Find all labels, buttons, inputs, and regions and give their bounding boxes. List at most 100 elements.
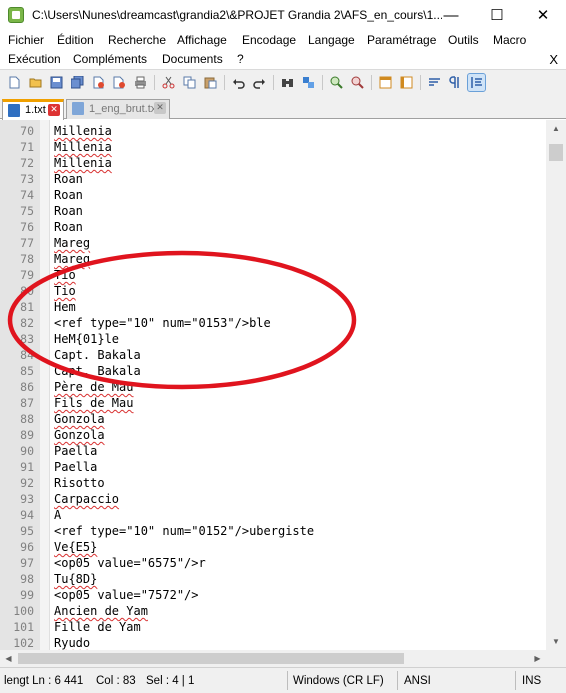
editor-line[interactable]: 94 A [0, 507, 546, 523]
editor-line[interactable]: 73 Roan [0, 171, 546, 187]
word-wrap-icon[interactable] [426, 74, 443, 91]
editor-line[interactable]: 75 Roan [0, 203, 546, 219]
menu-affichage[interactable]: Affichage [177, 33, 227, 47]
close-document-button[interactable]: X [549, 52, 558, 67]
close-icon[interactable] [90, 74, 107, 91]
line-number: 81 [20, 300, 34, 314]
line-number: 91 [20, 460, 34, 474]
editor-line[interactable]: 70 Millenia [0, 123, 546, 139]
paste-icon[interactable] [202, 74, 219, 91]
menu-complements[interactable]: Compléments [73, 52, 147, 66]
close-tab-icon[interactable]: ✕ [154, 102, 166, 114]
editor-line[interactable]: 96 Ve{E5} [0, 539, 546, 555]
sync-horizontal-icon[interactable] [398, 74, 415, 91]
editor-line[interactable]: 100 Ancien de Yam [0, 603, 546, 619]
tab-label: 1_eng_brut.txt [89, 103, 160, 115]
menu-help[interactable]: ? [237, 52, 244, 66]
save-all-icon[interactable] [69, 74, 86, 91]
close-window-button[interactable]: ✕ [520, 0, 566, 31]
line-text: Tio [54, 268, 76, 282]
find-icon[interactable] [279, 74, 296, 91]
scroll-left-icon[interactable]: ◀ [0, 650, 17, 667]
show-all-chars-icon[interactable] [447, 74, 464, 91]
undo-icon[interactable] [230, 74, 247, 91]
editor-line[interactable]: 99 <op05 value="7572"/> [0, 587, 546, 603]
sync-vertical-icon[interactable] [377, 74, 394, 91]
scroll-up-icon[interactable]: ▲ [546, 120, 566, 137]
menu-macro[interactable]: Macro [493, 33, 526, 47]
horizontal-scrollbar[interactable]: ◀ ▶ [0, 650, 566, 667]
zoom-in-icon[interactable] [328, 74, 345, 91]
notepad-plus-plus-icon[interactable] [8, 7, 24, 23]
new-file-icon[interactable] [6, 74, 23, 91]
close-all-icon[interactable] [111, 74, 128, 91]
editor-line[interactable]: 102 Ryudo [0, 635, 546, 650]
indent-guide-icon[interactable] [467, 73, 486, 92]
editor-line[interactable]: 78 Mareg [0, 251, 546, 267]
line-text: <op05 value="6575"/>r [54, 556, 206, 570]
editor-line[interactable]: 82 <ref type="10" num="0153"/>ble [0, 315, 546, 331]
menu-encodage[interactable]: Encodage [242, 33, 296, 47]
editor-line[interactable]: 101 Fille de Yam [0, 619, 546, 635]
editor-line[interactable]: 95 <ref type="10" num="0152"/>ubergiste [0, 523, 546, 539]
horizontal-scroll-thumb[interactable] [18, 653, 404, 664]
file-saved-icon [8, 104, 20, 117]
vertical-scrollbar[interactable]: ▲ ▼ [546, 120, 566, 650]
editor-line[interactable]: 71 Millenia [0, 139, 546, 155]
tab-1-eng-brut-txt[interactable]: 1_eng_brut.txt ✕ [66, 99, 170, 119]
editor-line[interactable]: 84 Capt. Bakala [0, 347, 546, 363]
editor-line[interactable]: 85 Capt. Bakala [0, 363, 546, 379]
line-text: Gonzola [54, 412, 105, 426]
vertical-scroll-thumb[interactable] [549, 144, 563, 161]
line-number: 71 [20, 140, 34, 154]
editor-line[interactable]: 87 Fils de Mau [0, 395, 546, 411]
status-encoding[interactable]: ANSI [404, 675, 431, 687]
status-insert-mode[interactable]: INS [522, 675, 541, 687]
print-icon[interactable] [132, 74, 149, 91]
editor-line[interactable]: 72 Millenia [0, 155, 546, 171]
open-file-icon[interactable] [27, 74, 44, 91]
menu-outils[interactable]: Outils [448, 33, 479, 47]
replace-icon[interactable] [300, 74, 317, 91]
scroll-right-icon[interactable]: ▶ [529, 650, 546, 667]
cut-icon[interactable] [160, 74, 177, 91]
editor-line[interactable]: 86 Père de Mau [0, 379, 546, 395]
line-text: Ryudo [54, 636, 91, 650]
editor-line[interactable]: 76 Roan [0, 219, 546, 235]
scroll-down-icon[interactable]: ▼ [546, 633, 566, 650]
editor-line[interactable]: 93 Carpaccio [0, 491, 546, 507]
editor-line[interactable]: 74 Roan [0, 187, 546, 203]
menu-parametrage[interactable]: Paramétrage [367, 33, 436, 47]
menu-langage[interactable]: Langage [308, 33, 355, 47]
editor-line[interactable]: 77 Mareg [0, 235, 546, 251]
copy-icon[interactable] [181, 74, 198, 91]
line-text: Roan [54, 220, 83, 234]
editor-line[interactable]: 80 Tio [0, 283, 546, 299]
editor-line[interactable]: 88 Gonzola [0, 411, 546, 427]
editor-line[interactable]: 83 HeM{01}le [0, 331, 546, 347]
editor-line[interactable]: 97 <op05 value="6575"/>r [0, 555, 546, 571]
editor-line[interactable]: 91 Paella [0, 459, 546, 475]
menu-edition[interactable]: Édition [57, 33, 94, 47]
toolbar-separator [224, 75, 225, 90]
minimize-button[interactable]: — [428, 0, 474, 31]
zoom-out-icon[interactable] [349, 74, 366, 91]
save-icon[interactable] [48, 74, 65, 91]
maximize-button[interactable]: ☐ [474, 0, 520, 31]
editor-line[interactable]: 89 Gonzola [0, 427, 546, 443]
redo-icon[interactable] [251, 74, 268, 91]
close-tab-icon[interactable]: ✕ [48, 104, 60, 116]
menu-fichier[interactable]: Fichier [8, 33, 44, 47]
text-editor[interactable]: 70 Millenia 71 Millenia 72 Millenia 73 Roan 74 Ro… [0, 120, 546, 650]
status-eol-format[interactable]: Windows (CR LF) [293, 675, 384, 687]
editor-line[interactable]: 92 Risotto [0, 475, 546, 491]
menu-recherche[interactable]: Recherche [108, 33, 166, 47]
tab-1-txt[interactable]: 1.txt ✕ [2, 99, 64, 120]
editor-line[interactable]: 90 Paella [0, 443, 546, 459]
menu-documents[interactable]: Documents [162, 52, 223, 66]
editor-line[interactable]: 81 Hem [0, 299, 546, 315]
editor-line[interactable]: 98 Tu{8D} [0, 571, 546, 587]
line-number: 85 [20, 364, 34, 378]
menu-execution[interactable]: Exécution [8, 52, 61, 66]
editor-line[interactable]: 79 Tio [0, 267, 546, 283]
